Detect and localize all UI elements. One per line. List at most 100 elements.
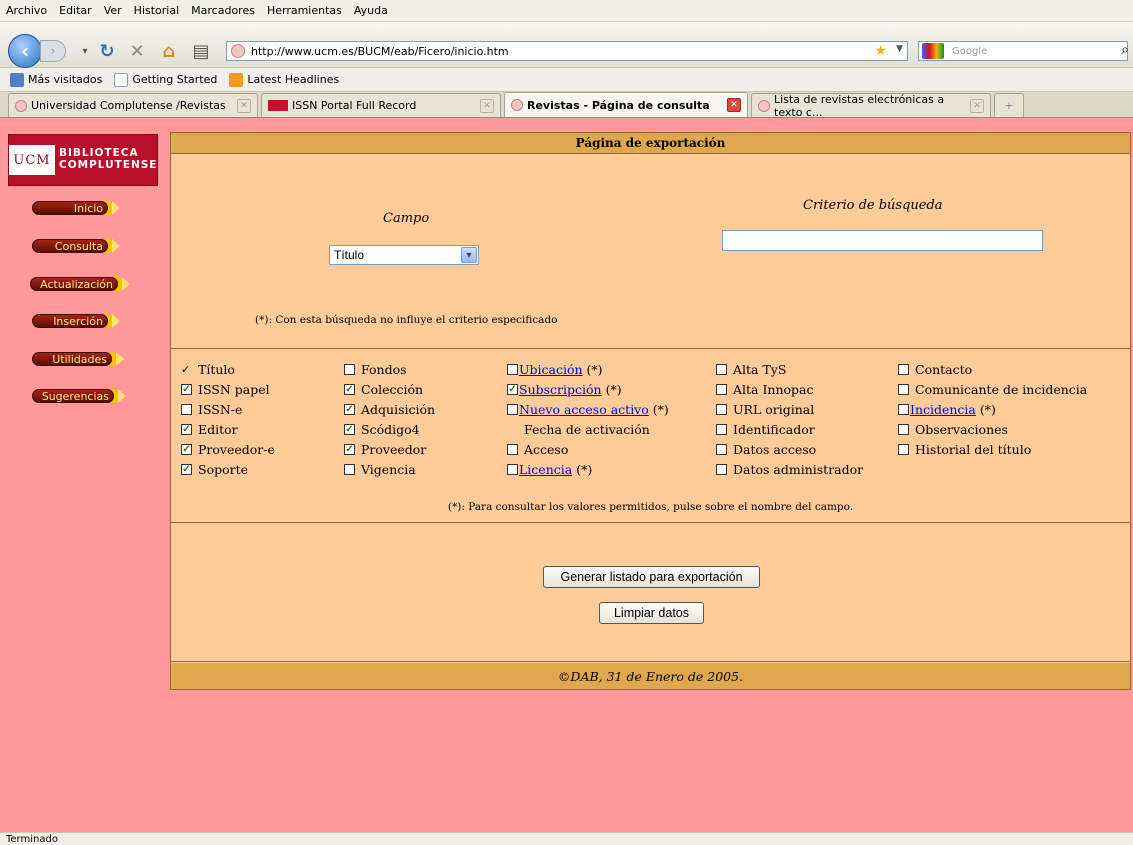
checkbox[interactable] <box>716 444 727 455</box>
checkbox-checked[interactable]: ✓ <box>344 444 355 455</box>
nav-utilidades-button[interactable]: Utilidades <box>32 350 137 368</box>
tab-universidad-complutense[interactable]: Universidad Complutense /Revistas ✕ <box>8 93 258 117</box>
nav-inicio-button[interactable]: Inicio <box>32 199 137 217</box>
field-subscripcion[interactable]: ✓ Subscripción (*) <box>507 382 622 397</box>
menu-historial[interactable]: Historial <box>134 4 179 17</box>
checkbox[interactable] <box>507 464 518 475</box>
field-coleccion[interactable]: ✓ Colección <box>344 382 423 397</box>
address-bar[interactable]: http://www.ucm.es/BUCM/eab/Ficero/inicio… <box>226 41 908 61</box>
field-proveedor[interactable]: ✓ Proveedor <box>344 442 426 457</box>
ucm-logo[interactable]: UCM BIBLIOTECA COMPLUTENSE <box>8 134 158 186</box>
incidencia-link[interactable]: Incidencia <box>910 402 976 417</box>
field-url-original[interactable]: URL original <box>716 402 814 417</box>
menu-herramientas[interactable]: Herramientas <box>267 4 342 17</box>
checkbox-checked[interactable]: ✓ <box>344 404 355 415</box>
menu-marcadores[interactable]: Marcadores <box>191 4 255 17</box>
subscripcion-link[interactable]: Subscripción <box>519 382 602 397</box>
checkbox[interactable] <box>507 444 518 455</box>
field-issn-e[interactable]: ISSN-e <box>181 402 242 417</box>
clear-data-button[interactable]: Limpiar datos <box>599 602 704 624</box>
field-alta-tys[interactable]: Alta TyS <box>716 362 786 377</box>
field-vigencia[interactable]: Vigencia <box>344 462 416 477</box>
checkbox[interactable] <box>898 404 909 415</box>
tab-issn-portal[interactable]: ISSN Portal Full Record ✕ <box>261 93 501 117</box>
search-icon[interactable]: ⌕ <box>1121 42 1129 58</box>
checkbox[interactable] <box>898 424 909 435</box>
field-datos-acceso[interactable]: Datos acceso <box>716 442 816 457</box>
checkbox[interactable] <box>716 364 727 375</box>
field-historial-titulo[interactable]: Historial del título <box>898 442 1031 457</box>
tab-lista-revistas[interactable]: Lista de revistas electrónicas a texto c… <box>751 93 991 119</box>
nav-sugerencias-button[interactable]: Sugerencias <box>32 387 137 405</box>
field-incidencia[interactable]: Incidencia (*) <box>898 402 996 417</box>
checkbox-checked[interactable]: ✓ <box>181 384 192 395</box>
bookmark-mas-visitados[interactable]: Más visitados <box>10 72 102 87</box>
checkbox[interactable] <box>507 364 518 375</box>
checkbox[interactable] <box>507 404 518 415</box>
field-nuevo-acceso-activo[interactable]: Nuevo acceso activo (*) <box>507 402 669 417</box>
checkbox[interactable] <box>716 384 727 395</box>
back-button[interactable]: ‹ <box>8 34 42 68</box>
checkbox[interactable] <box>716 404 727 415</box>
field-adquisicion[interactable]: ✓ Adquisición <box>344 402 435 417</box>
url-dropdown-icon[interactable]: ▼ <box>896 44 903 54</box>
menu-editar[interactable]: Editar <box>59 4 92 17</box>
field-proveedor-e[interactable]: ✓ Proveedor-e <box>181 442 275 457</box>
chevron-down-icon[interactable]: ▼ <box>461 247 477 263</box>
checkbox-checked[interactable]: ✓ <box>181 424 192 435</box>
field-observaciones[interactable]: Observaciones <box>898 422 1008 437</box>
google-engine-icon[interactable] <box>922 43 944 59</box>
field-scodigo4[interactable]: ✓ Scódigo4 <box>344 422 420 437</box>
new-tab-button[interactable]: + <box>994 93 1024 117</box>
print-icon[interactable]: ▤ <box>190 40 212 62</box>
field-fondos[interactable]: Fondos <box>344 362 407 377</box>
field-issn-papel[interactable]: ✓ ISSN papel <box>181 382 270 397</box>
nav-consulta-button[interactable]: Consulta <box>32 237 137 255</box>
campo-select[interactable]: Título ▼ <box>329 245 479 265</box>
bookmark-star-icon[interactable]: ★ <box>874 43 887 59</box>
menu-ayuda[interactable]: Ayuda <box>354 4 388 17</box>
checkbox-checked[interactable]: ✓ <box>344 384 355 395</box>
checkbox[interactable] <box>898 384 909 395</box>
checkbox-checked[interactable]: ✓ <box>344 424 355 435</box>
checkbox-checked[interactable]: ✓ <box>507 384 518 395</box>
field-comunicante-incidencia[interactable]: Comunicante de incidencia <box>898 382 1087 397</box>
checkbox-checked[interactable]: ✓ <box>181 464 192 475</box>
checkbox[interactable] <box>716 424 727 435</box>
history-dropdown-icon[interactable]: ▾ <box>74 40 96 62</box>
field-acceso[interactable]: Acceso <box>507 442 568 457</box>
field-contacto[interactable]: Contacto <box>898 362 972 377</box>
search-box[interactable]: Google ⌕ <box>918 41 1129 61</box>
checkbox[interactable] <box>716 464 727 475</box>
ubicacion-link[interactable]: Ubicación <box>519 362 583 377</box>
field-alta-innopac[interactable]: Alta Innopac <box>716 382 814 397</box>
nuevo-acceso-activo-link[interactable]: Nuevo acceso activo <box>519 402 649 417</box>
criterio-input[interactable] <box>722 230 1043 251</box>
checkbox[interactable] <box>898 444 909 455</box>
field-ubicacion[interactable]: Ubicación (*) <box>507 362 603 377</box>
bookmark-getting-started[interactable]: Getting Started <box>114 72 217 87</box>
close-tab-icon[interactable]: ✕ <box>970 98 984 113</box>
forward-button[interactable]: › <box>40 40 66 62</box>
reload-icon[interactable]: ↻ <box>96 40 118 62</box>
menu-archivo[interactable]: Archivo <box>6 4 47 17</box>
checkbox-checked[interactable]: ✓ <box>181 444 192 455</box>
field-identificador[interactable]: Identificador <box>716 422 815 437</box>
bookmark-latest-headlines[interactable]: Latest Headlines <box>229 72 339 87</box>
licencia-link[interactable]: Licencia <box>519 462 572 477</box>
close-tab-icon[interactable]: ✕ <box>727 98 741 112</box>
close-tab-icon[interactable]: ✕ <box>480 98 494 113</box>
home-icon[interactable]: ⌂ <box>158 40 180 62</box>
checkbox[interactable] <box>344 364 355 375</box>
stop-icon[interactable]: ✕ <box>126 40 148 62</box>
menu-ver[interactable]: Ver <box>104 4 122 17</box>
field-editor[interactable]: ✓ Editor <box>181 422 238 437</box>
checkbox[interactable] <box>344 464 355 475</box>
field-licencia[interactable]: Licencia (*) <box>507 462 592 477</box>
field-soporte[interactable]: ✓ Soporte <box>181 462 248 477</box>
checkbox[interactable] <box>898 364 909 375</box>
tab-revistas-consulta[interactable]: Revistas - Página de consulta ✕ <box>504 92 748 117</box>
generate-export-button[interactable]: Generar listado para exportación <box>543 566 760 588</box>
checkbox[interactable] <box>181 404 192 415</box>
nav-insercion-button[interactable]: Inserción <box>32 312 137 330</box>
